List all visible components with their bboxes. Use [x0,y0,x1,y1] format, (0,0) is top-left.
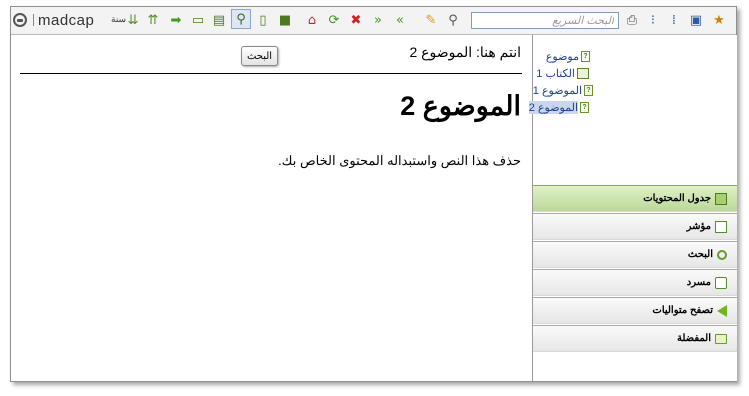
tab-browse-sequences[interactable]: تصفح متواليات [533,297,737,324]
topic-icon: ? [584,85,593,96]
collapse-all-icon[interactable]: ⇈ [144,11,162,29]
open-folder-icon[interactable]: ▭ [189,11,207,29]
home-icon[interactable]: ⌂ [303,11,321,29]
toc-item[interactable]: ? موضوع [546,50,590,63]
highlight-icon[interactable]: ✎ [422,11,440,29]
book-icon [577,68,589,79]
document-icon[interactable]: ▯ [254,11,272,29]
toc-tree: ? موضوع الكتاب 1 ? الموضوع 1 ? الموضوع 2 [528,35,737,185]
topic-icon: ? [581,51,590,62]
book-icon[interactable]: ■ [276,11,294,29]
help-window: madcap سنة ⇊ ⇈ ➡ ▭ ▤ ⚲ ▯ ■ ⌂ ⟳ ✖ » « ✎ ⚲… [10,6,737,382]
search-button[interactable]: البحث [241,46,278,66]
tab-glossary[interactable]: مسرد [533,269,737,296]
nav-tabs: جدول المحتويات مؤشر البحث مسرد تصفح متوا… [533,185,737,353]
tab-search[interactable]: البحث [533,241,737,268]
logo-text: madcap [38,11,95,29]
search-icon[interactable]: ⚲ [231,9,251,29]
favorites-icon[interactable]: ★ [710,11,728,29]
toc-item[interactable]: الكتاب 1 [536,67,589,80]
toc-item-label: الموضوع 1 [532,85,582,97]
tab-favorites[interactable]: المفضلة [533,325,737,352]
arrow-icon [717,304,727,317]
tab-label: المفضلة [676,333,711,344]
search-icon [717,249,727,260]
quick-search-input[interactable] [471,12,619,29]
glossary-icon [715,276,727,289]
body-text: حذف هذا النص واستبداله المحتوى الخاص بك. [278,153,521,168]
next-icon[interactable]: » [369,11,387,29]
tab-label: مسرد [686,277,711,288]
side-panel: ? موضوع الكتاب 1 ? الموضوع 1 ? الموضوع 2… [528,35,737,381]
index-icon [715,220,727,233]
toolbar: madcap سنة ⇊ ⇈ ➡ ▭ ▤ ⚲ ▯ ■ ⌂ ⟳ ✖ » « ✎ ⚲… [11,7,736,35]
forward-icon[interactable]: ➡ [167,11,185,29]
toc-item[interactable]: ? الموضوع 2 [528,101,589,114]
book-icon [715,192,727,205]
previous-icon[interactable]: « [391,11,409,29]
logo-separator [33,14,34,26]
page-title: الموضوع 2 [400,91,521,121]
print-icon[interactable]: ⎙ [623,11,641,29]
tab-label: تصفح متواليات [652,305,713,316]
folder-icon [715,333,727,344]
toc-icon[interactable]: ⁝ [644,11,662,29]
toc-item-label: الكتاب 1 [536,68,575,80]
tab-toc[interactable]: جدول المحتويات [533,185,737,212]
tree-icon[interactable]: ⁞ [665,11,683,29]
toc-item[interactable]: ? الموضوع 1 [533,84,593,97]
divider [20,73,522,74]
refresh-icon[interactable]: ⟳ [325,11,343,29]
clear-highlight-icon[interactable]: ⚲ [444,11,462,29]
expand-all-icon[interactable]: ⇊ [124,11,142,29]
tab-index[interactable]: مؤشر [533,213,737,240]
tab-label: مؤشر [686,221,711,232]
monitor-icon[interactable]: ▣ [687,11,705,29]
stop-icon[interactable]: ✖ [347,11,365,29]
content-pane: انتم هنا: الموضوع 2 البحث الموضوع 2 حذف … [11,35,531,381]
toc-item-label: الموضوع 2 [528,101,578,114]
breadcrumb: انتم هنا: الموضوع 2 [409,44,521,60]
logo: madcap [13,10,94,30]
logo-mark-icon [13,13,27,27]
comment-icon[interactable]: ▤ [210,11,228,29]
toc-item-label: موضوع [545,51,579,63]
topic-icon: ? [580,102,589,113]
tab-label: جدول المحتويات [643,193,711,204]
tab-label: البحث [687,249,713,260]
